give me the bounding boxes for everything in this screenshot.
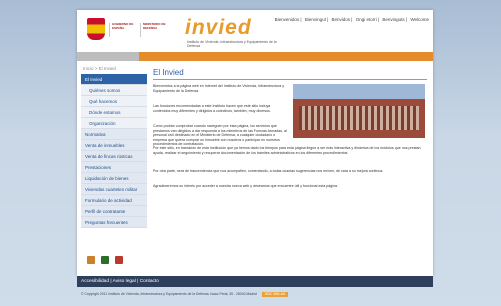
lang-link[interactable]: Ongi etorri xyxy=(356,17,377,22)
banner-photo xyxy=(77,52,139,61)
lang-link[interactable]: Benvidos xyxy=(332,17,351,22)
sidebar-item-perfil-contratante[interactable]: Perfil de contratante xyxy=(81,206,147,217)
logo-subtitle: Instituto de Vivienda, Infraestructura y… xyxy=(187,40,277,48)
sidebar-item-donde-estamos[interactable]: Dónde estamos xyxy=(81,107,147,118)
sidebar-item-organizacion[interactable]: Organización xyxy=(81,118,147,129)
lang-link[interactable]: Bienvingut xyxy=(305,17,326,22)
footer-link-accesibilidad[interactable]: Accesibilidad xyxy=(81,279,109,284)
sidebar-item-viviendas[interactable]: Viviendas cuarteles militar xyxy=(81,184,147,195)
ministry-label: MINISTERIO DE DEFENSA xyxy=(140,22,168,37)
badge-icon[interactable] xyxy=(87,256,95,264)
sidebar-nav: El Invied Quiénes somos Qué hacemos Dónd… xyxy=(81,74,147,228)
invied-logo[interactable]: invied xyxy=(185,16,252,40)
paragraph: Por este sitio, en transición de esta In… xyxy=(153,146,421,155)
building-photo xyxy=(293,84,425,138)
sidebar-item-venta-fincas[interactable]: Venta de fincas rústicas xyxy=(81,151,147,162)
page-container: GOBIERNO DE ESPAÑA MINISTERIO DE DEFENSA… xyxy=(77,10,433,276)
orange-banner xyxy=(77,52,433,61)
footer-links: Accesibilidad | Aviso legal | Contacto xyxy=(77,276,433,287)
lang-link[interactable]: Benvinguts xyxy=(382,17,404,22)
paragraph: Las funciones encomendadas a este Instit… xyxy=(153,104,271,113)
sidebar-item-el-invied[interactable]: El Invied xyxy=(81,74,147,85)
sidebar-item-formulario[interactable]: Formulario de actividad xyxy=(81,195,147,206)
sidebar-item-normativa[interactable]: Normativa xyxy=(81,129,147,140)
sidebar-item-quienes-somos[interactable]: Quiénes somos xyxy=(81,85,147,96)
paragraph: Como podrán comprobar cuando naveguen po… xyxy=(153,124,287,147)
footer-link-contacto[interactable]: Contacto xyxy=(140,279,159,284)
site-header: GOBIERNO DE ESPAÑA MINISTERIO DE DEFENSA… xyxy=(77,10,433,52)
badge-icon[interactable] xyxy=(115,256,123,264)
sidebar-item-venta-inmuebles[interactable]: Venta de inmuebles xyxy=(81,140,147,151)
paragraph: Agradeceremos su interés por acceder a n… xyxy=(153,184,338,188)
language-nav: Bienvenidos | Bienvingut | Benvidos | On… xyxy=(274,17,429,22)
footer-copyright: © Copyright 2011 Instituto de Vivienda, … xyxy=(77,289,433,299)
paragraph: Por otra parte, será de trascendencia qu… xyxy=(153,169,384,173)
page-title: El Invied xyxy=(153,68,427,80)
breadcrumb[interactable]: Inicio > El Invied xyxy=(83,66,116,71)
sidebar-item-prestaciones[interactable]: Prestaciones xyxy=(81,162,147,173)
lang-link[interactable]: Bienvenidos xyxy=(275,17,300,22)
w3c-badge[interactable]: W3C WAI-AA xyxy=(261,291,289,297)
lang-link[interactable]: Welcome xyxy=(410,17,429,22)
copyright-text: © Copyright 2011 Instituto de Vivienda, … xyxy=(81,292,257,296)
sidebar-item-que-hacemos[interactable]: Qué hacemos xyxy=(81,96,147,107)
footer-link-aviso-legal[interactable]: Aviso legal xyxy=(113,279,136,284)
sidebar-item-preguntas[interactable]: Preguntas frecuentes xyxy=(81,217,147,228)
intro-paragraph: Bienvenidos a la página web en Internet … xyxy=(153,84,284,93)
partner-badges xyxy=(87,256,123,264)
coat-of-arms-icon xyxy=(87,18,105,40)
sidebar-item-liquidacion[interactable]: Liquidación de bienes xyxy=(81,173,147,184)
badge-icon[interactable] xyxy=(101,256,109,264)
government-label: GOBIERNO DE ESPAÑA xyxy=(109,22,137,37)
main-content: El Invied Bienvenidos a la página web en… xyxy=(153,68,427,188)
